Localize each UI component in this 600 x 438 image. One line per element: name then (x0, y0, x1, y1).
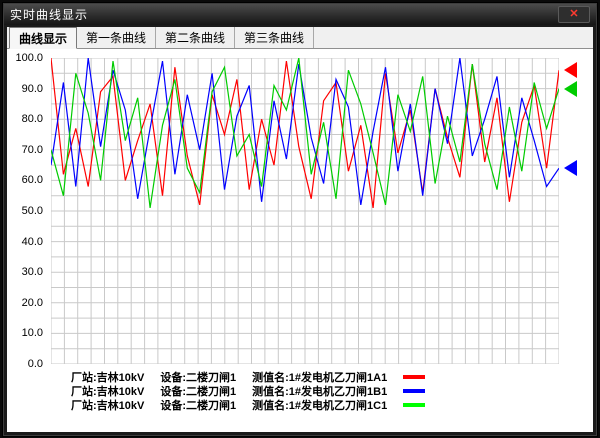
realtime-curve-window: 实时曲线显示 ✕ 曲线显示 第一条曲线 第二条曲线 第三条曲线 100.0 90.… (2, 2, 598, 437)
window-client-area: 曲线显示 第一条曲线 第二条曲线 第三条曲线 100.0 90.0 80.0 70.0… (7, 27, 593, 432)
plot-svg (51, 58, 559, 364)
y-tick-label: 100.0 (15, 52, 43, 64)
tab-third-curve[interactable]: 第三条曲线 (235, 27, 315, 48)
window-title: 实时曲线显示 (10, 8, 89, 22)
tab-second-curve[interactable]: 第二条曲线 (156, 27, 236, 48)
y-tick-label: 10.0 (21, 327, 43, 340)
marker-column (562, 58, 580, 364)
y-tick-label: 50.0 (21, 205, 43, 217)
y-tick-label: 60.0 (21, 174, 43, 187)
current-value-marker (564, 80, 577, 97)
current-value-marker (564, 160, 577, 177)
legend-measure: 测值名:1#发电机乙刀闸1C1 (252, 400, 388, 412)
current-value-marker (564, 62, 577, 79)
y-tick-label: 80.0 (21, 113, 43, 126)
legend-station: 厂站:吉林10kV (71, 400, 145, 412)
legend-row: 厂站:吉林10kV 设备:二楼刀闸1 测值名:1#发电机乙刀闸1A1 (71, 370, 426, 384)
y-tick-label: 90.0 (21, 82, 43, 95)
legend-device: 设备:二楼刀闸1 (160, 400, 237, 412)
desktop-background: 实时曲线显示 ✕ 曲线显示 第一条曲线 第二条曲线 第三条曲线 100.0 90.… (0, 0, 600, 438)
tab-first-curve[interactable]: 第一条曲线 (77, 27, 157, 48)
tab-curve-display[interactable]: 曲线显示 (9, 27, 78, 49)
window-titlebar[interactable]: 实时曲线显示 ✕ (4, 4, 596, 25)
y-tick-label: 20.0 (21, 296, 43, 309)
curve-legend: 厂站:吉林10kV 设备:二楼刀闸1 测值名:1#发电机乙刀闸1A1 厂站:吉林… (71, 370, 426, 412)
y-axis-labels: 100.0 90.0 80.0 70.0 60.0 50.0 40.0 30.0 20.0 10.… (7, 52, 47, 370)
curve-plot (51, 58, 559, 364)
y-tick-label: 0.0 (27, 358, 43, 370)
close-button[interactable]: ✕ (558, 6, 590, 23)
legend-color-swatch-blue (403, 389, 426, 393)
legend-color-swatch-red (403, 375, 426, 379)
legend-row: 厂站:吉林10kV 设备:二楼刀闸1 测值名:1#发电机乙刀闸1B1 (71, 384, 426, 398)
tab-bar: 曲线显示 第一条曲线 第二条曲线 第三条曲线 (7, 27, 593, 49)
legend-color-swatch-green (403, 403, 426, 407)
y-tick-label: 40.0 (21, 235, 43, 248)
y-tick-label: 70.0 (21, 143, 43, 156)
legend-row: 厂站:吉林10kV 设备:二楼刀闸1 测值名:1#发电机乙刀闸1C1 (71, 398, 426, 412)
y-tick-label: 30.0 (21, 266, 43, 279)
